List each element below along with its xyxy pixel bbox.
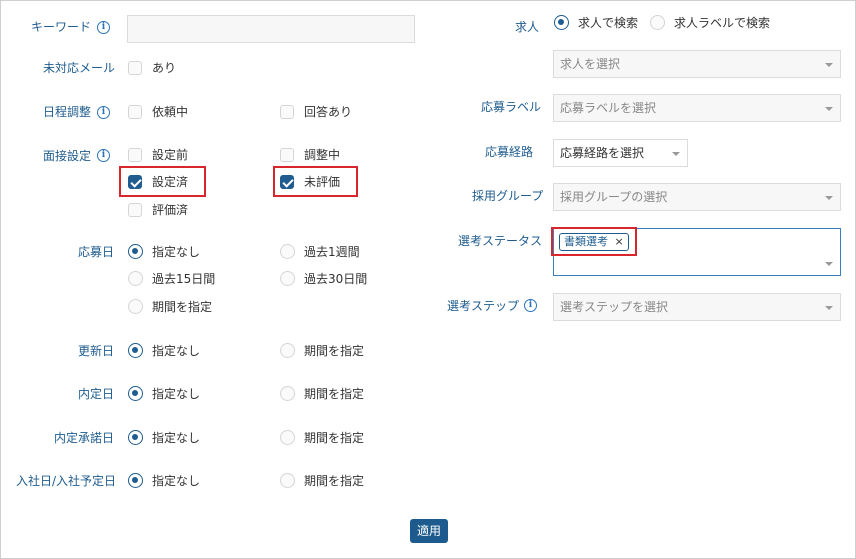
join-date-range-radio[interactable]	[280, 473, 295, 488]
interview-unevaluated-label: 未評価	[304, 175, 341, 189]
offer-accept-date-none-label: 指定なし	[152, 431, 201, 445]
apply-button[interactable]: 適用	[410, 519, 448, 543]
chevron-down-icon	[825, 63, 833, 67]
interview-unevaluated-checkbox[interactable]	[280, 175, 294, 189]
hiring-group-select-placeholder: 採用グループの選択	[560, 190, 668, 204]
keyword-info-icon[interactable]: i	[97, 21, 110, 34]
apply-date-15days-radio[interactable]	[128, 271, 143, 286]
chevron-down-icon	[825, 306, 833, 310]
apply-date-30days-radio[interactable]	[280, 271, 295, 286]
join-date-none-label: 指定なし	[152, 474, 201, 488]
selection-step-label: 選考ステップ	[447, 299, 520, 313]
apply-date-range-radio[interactable]	[128, 299, 143, 314]
apply-label-select[interactable]: 応募ラベルを選択	[553, 94, 841, 122]
updated-date-range-label: 期間を指定	[304, 344, 365, 358]
selection-step-info-icon[interactable]: i	[524, 299, 537, 312]
join-date-label: 入社日/入社予定日	[16, 474, 117, 488]
apply-date-1week-radio[interactable]	[280, 244, 295, 259]
schedule-answered-label: 回答あり	[304, 105, 353, 119]
schedule-answered-checkbox[interactable]	[280, 105, 294, 119]
offer-date-range-label: 期間を指定	[304, 387, 365, 401]
offer-accept-date-none-radio[interactable]	[128, 430, 143, 445]
chevron-down-icon	[825, 107, 833, 111]
job-label-search-label: 求人ラベルで検索	[674, 16, 771, 30]
job-search-label: 求人で検索	[578, 16, 639, 30]
offer-accept-date-range-label: 期間を指定	[304, 431, 365, 445]
selection-status-label: 選考ステータス	[458, 234, 543, 248]
apply-date-range-label: 期間を指定	[152, 300, 213, 314]
interview-info-icon[interactable]: i	[97, 149, 110, 162]
offer-accept-date-label: 内定承諾日	[54, 431, 115, 445]
schedule-info-icon[interactable]: i	[97, 106, 110, 119]
chevron-down-icon	[825, 196, 833, 200]
apply-label-label: 応募ラベル	[481, 100, 542, 114]
updated-date-none-label: 指定なし	[152, 344, 201, 358]
apply-route-select[interactable]: 応募経路を選択	[553, 139, 688, 167]
apply-date-none-label: 指定なし	[152, 245, 201, 259]
chevron-down-icon	[825, 262, 833, 266]
apply-route-label: 応募経路	[485, 145, 534, 159]
job-select-placeholder: 求人を選択	[560, 57, 621, 71]
join-date-none-radio[interactable]	[128, 473, 143, 488]
offer-date-range-radio[interactable]	[280, 386, 295, 401]
unanswered-mail-checkbox[interactable]	[128, 61, 142, 75]
job-label: 求人	[515, 20, 540, 34]
selection-step-select-placeholder: 選考ステップを選択	[560, 300, 669, 314]
updated-date-none-radio[interactable]	[128, 343, 143, 358]
interview-before-label: 設定前	[152, 148, 189, 162]
schedule-requesting-checkbox[interactable]	[128, 105, 142, 119]
apply-date-15days-label: 過去15日間	[152, 272, 216, 286]
offer-date-label: 内定日	[78, 387, 115, 401]
offer-date-none-label: 指定なし	[152, 387, 201, 401]
offer-date-none-radio[interactable]	[128, 386, 143, 401]
interview-evaluated-label: 評価済	[152, 203, 189, 217]
interview-adjusting-label: 調整中	[304, 148, 341, 162]
job-label-search-radio[interactable]	[650, 15, 665, 30]
unanswered-mail-label: 未対応メール	[43, 61, 116, 75]
job-select[interactable]: 求人を選択	[553, 50, 841, 78]
interview-adjusting-checkbox[interactable]	[280, 148, 294, 162]
interview-evaluated-checkbox[interactable]	[128, 203, 142, 217]
hiring-group-label: 採用グループ	[472, 189, 544, 203]
hiring-group-select[interactable]: 採用グループの選択	[553, 183, 841, 211]
selection-step-select[interactable]: 選考ステップを選択	[553, 293, 841, 321]
schedule-label: 日程調整	[43, 105, 92, 119]
apply-date-30days-label: 過去30日間	[304, 272, 368, 286]
unanswered-mail-option: あり	[152, 61, 177, 75]
offer-accept-date-range-radio[interactable]	[280, 430, 295, 445]
updated-date-range-radio[interactable]	[280, 343, 295, 358]
join-date-range-label: 期間を指定	[304, 474, 365, 488]
chevron-down-icon	[672, 152, 680, 156]
interview-before-checkbox[interactable]	[128, 148, 142, 162]
job-search-radio[interactable]	[554, 15, 569, 30]
schedule-requesting-label: 依頼中	[152, 105, 189, 119]
keyword-label: キーワード	[31, 20, 92, 34]
interview-label: 面接設定	[43, 149, 92, 163]
apply-date-1week-label: 過去1週間	[304, 245, 360, 259]
updated-date-label: 更新日	[78, 344, 115, 358]
apply-label-select-placeholder: 応募ラベルを選択	[560, 101, 657, 115]
interview-set-checkbox[interactable]	[128, 175, 142, 189]
highlight-box	[551, 227, 637, 256]
apply-date-label: 応募日	[78, 245, 115, 259]
filter-panel: キーワード i 未対応メール あり 日程調整 i 依頼中 回答あり 面接設定 i…	[0, 0, 856, 559]
interview-set-label: 設定済	[152, 175, 189, 189]
apply-date-none-radio[interactable]	[128, 244, 143, 259]
keyword-input[interactable]	[127, 15, 415, 43]
apply-route-select-placeholder: 応募経路を選択	[560, 146, 645, 160]
